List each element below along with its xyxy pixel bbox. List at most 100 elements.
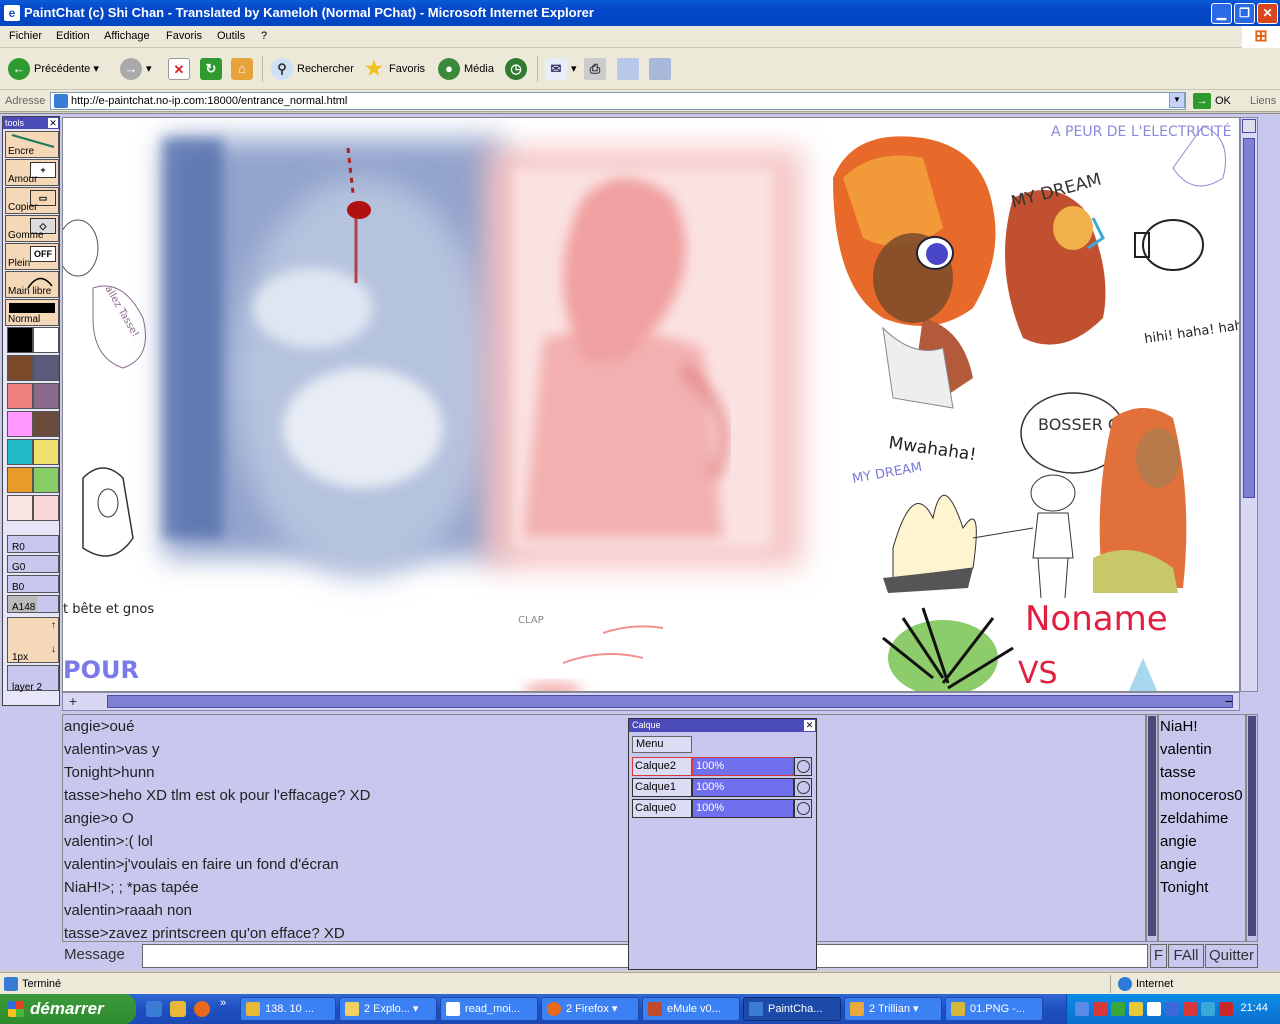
- task-button[interactable]: eMule v0...: [642, 997, 740, 1021]
- task-button[interactable]: 01.PNG -...: [945, 997, 1043, 1021]
- drawing-canvas[interactable]: A PEUR DE L'ELECTRICITÉ MY DREAM hihi! h…: [62, 117, 1240, 692]
- minimize-button[interactable]: ▁: [1211, 3, 1232, 24]
- tool-eraser[interactable]: ◇ Gomme: [5, 215, 59, 242]
- go-button[interactable]: OK: [1215, 95, 1231, 107]
- media-button[interactable]: ● Média: [438, 57, 494, 81]
- address-input[interactable]: http://e-paintchat.no-ip.com:18000/entra…: [50, 92, 1186, 110]
- user-list-item[interactable]: angie: [1159, 853, 1245, 876]
- layer-visibility-toggle[interactable]: [794, 757, 812, 776]
- mode-normal[interactable]: Normal: [5, 299, 59, 326]
- user-list-item[interactable]: monoceros0: [1159, 784, 1245, 807]
- tools-close-icon[interactable]: ✕: [48, 118, 58, 128]
- f-button[interactable]: F: [1150, 944, 1167, 968]
- layer-row-calque1[interactable]: Calque1 100%: [632, 778, 812, 797]
- current-layer[interactable]: layer 2: [7, 665, 59, 693]
- palette-swatch[interactable]: [33, 467, 59, 493]
- tray-icon[interactable]: [1147, 1002, 1161, 1016]
- quit-button[interactable]: Quitter: [1205, 944, 1258, 968]
- layer-row-calque0[interactable]: Calque0 100%: [632, 799, 812, 818]
- menu-tools[interactable]: Outils: [217, 30, 245, 42]
- title-bar[interactable]: e PaintChat (c) Shi Chan - Translated by…: [0, 0, 1280, 26]
- layer-visibility-toggle[interactable]: [794, 778, 812, 797]
- quicklaunch-folder-icon[interactable]: [170, 1001, 186, 1017]
- address-dropdown[interactable]: ▼: [1169, 92, 1185, 108]
- slider-alpha[interactable]: A148: [7, 595, 59, 613]
- palette-swatch[interactable]: [7, 495, 33, 521]
- menu-help[interactable]: ?: [261, 30, 267, 42]
- slider-blue[interactable]: B0: [7, 575, 59, 593]
- tray-icon[interactable]: [1093, 1002, 1107, 1016]
- fall-button[interactable]: FAll: [1168, 944, 1204, 968]
- slider-red[interactable]: R0: [7, 535, 59, 553]
- tray-icon[interactable]: [1111, 1002, 1125, 1016]
- tray-icon[interactable]: [1075, 1002, 1089, 1016]
- layer-opacity[interactable]: 100%: [692, 799, 794, 818]
- user-list-item[interactable]: angie: [1159, 830, 1245, 853]
- forward-button[interactable]: → ▾: [120, 57, 152, 81]
- go-arrow-icon[interactable]: →: [1193, 93, 1211, 109]
- mail-button[interactable]: ✉ ▾: [545, 57, 577, 81]
- history-button[interactable]: ◷: [505, 57, 531, 81]
- start-button[interactable]: démarrer: [0, 994, 136, 1024]
- tool-freehand[interactable]: Main libre: [5, 271, 59, 298]
- links-label[interactable]: Liens: [1250, 95, 1276, 107]
- task-button[interactable]: 2 Trillian ▾: [844, 997, 942, 1021]
- slider-green[interactable]: G0: [7, 555, 59, 573]
- tray-icon[interactable]: [1165, 1002, 1179, 1016]
- quicklaunch-firefox-icon[interactable]: [194, 1001, 210, 1017]
- stop-button[interactable]: ✕: [168, 57, 194, 81]
- menu-file[interactable]: Fichier: [9, 30, 42, 42]
- user-list-scrollbar[interactable]: [1246, 714, 1258, 942]
- quicklaunch-expand-icon[interactable]: »: [220, 997, 226, 1009]
- zoom-out-icon[interactable]: −: [1221, 694, 1237, 709]
- task-button[interactable]: 2 Firefox ▾: [541, 997, 639, 1021]
- maximize-button[interactable]: ❐: [1234, 3, 1255, 24]
- tray-icon[interactable]: [1219, 1002, 1233, 1016]
- tray-icon[interactable]: [1129, 1002, 1143, 1016]
- canvas-vertical-scrollbar[interactable]: [1240, 117, 1258, 692]
- layer-opacity[interactable]: 100%: [692, 778, 794, 797]
- quicklaunch-ie-icon[interactable]: [146, 1001, 162, 1017]
- user-list-item[interactable]: valentin: [1159, 738, 1245, 761]
- user-scroll-thumb[interactable]: [1248, 716, 1256, 936]
- layer-name[interactable]: Calque2: [632, 757, 692, 776]
- user-list-item[interactable]: Tonight: [1159, 876, 1245, 899]
- layer-panel-header[interactable]: Calque ✕: [629, 719, 816, 732]
- menu-favorites[interactable]: Favoris: [166, 30, 202, 42]
- palette-swatch[interactable]: [7, 411, 33, 437]
- close-button[interactable]: ✕: [1257, 3, 1278, 24]
- user-list-item[interactable]: tasse: [1159, 761, 1245, 784]
- tray-icon[interactable]: [1183, 1002, 1197, 1016]
- palette-swatch[interactable]: [33, 495, 59, 521]
- layer-name[interactable]: Calque0: [632, 799, 692, 818]
- chat-scroll-thumb[interactable]: [1148, 716, 1156, 936]
- tool-pen[interactable]: Encre: [5, 131, 59, 158]
- task-button[interactable]: 138. 10 ...: [240, 997, 336, 1021]
- chat-scrollbar[interactable]: [1146, 714, 1158, 942]
- edit-button[interactable]: [617, 57, 643, 81]
- layer-menu-button[interactable]: Menu: [632, 736, 692, 753]
- messenger-button[interactable]: [649, 57, 675, 81]
- palette-swatch[interactable]: [7, 355, 33, 381]
- user-list-item[interactable]: zeldahime: [1159, 807, 1245, 830]
- vertical-scroll-thumb[interactable]: [1243, 138, 1255, 498]
- layer-name[interactable]: Calque1: [632, 778, 692, 797]
- favorites-button[interactable]: ★ Favoris: [363, 57, 425, 81]
- palette-swatch[interactable]: [33, 383, 59, 409]
- layer-visibility-toggle[interactable]: [794, 799, 812, 818]
- layer-row-calque2[interactable]: Calque2 100%: [632, 757, 812, 776]
- user-list-item[interactable]: NiaH!: [1159, 715, 1245, 738]
- palette-swatch[interactable]: [7, 467, 33, 493]
- palette-swatch[interactable]: [33, 411, 59, 437]
- palette-swatch[interactable]: [7, 383, 33, 409]
- scroll-box-icon[interactable]: [1242, 119, 1256, 133]
- tool-blur[interactable]: + Amour: [5, 159, 59, 186]
- tool-fill[interactable]: OFF Plein: [5, 243, 59, 270]
- palette-swatch[interactable]: [33, 327, 59, 353]
- layer-opacity[interactable]: 100%: [692, 757, 794, 776]
- tool-copy[interactable]: ▭ Copier: [5, 187, 59, 214]
- menu-view[interactable]: Affichage: [104, 30, 150, 42]
- task-button-active[interactable]: PaintCha...: [743, 997, 841, 1021]
- search-button[interactable]: ⚲ Rechercher: [271, 57, 354, 81]
- horizontal-scroll-thumb[interactable]: [107, 695, 1233, 708]
